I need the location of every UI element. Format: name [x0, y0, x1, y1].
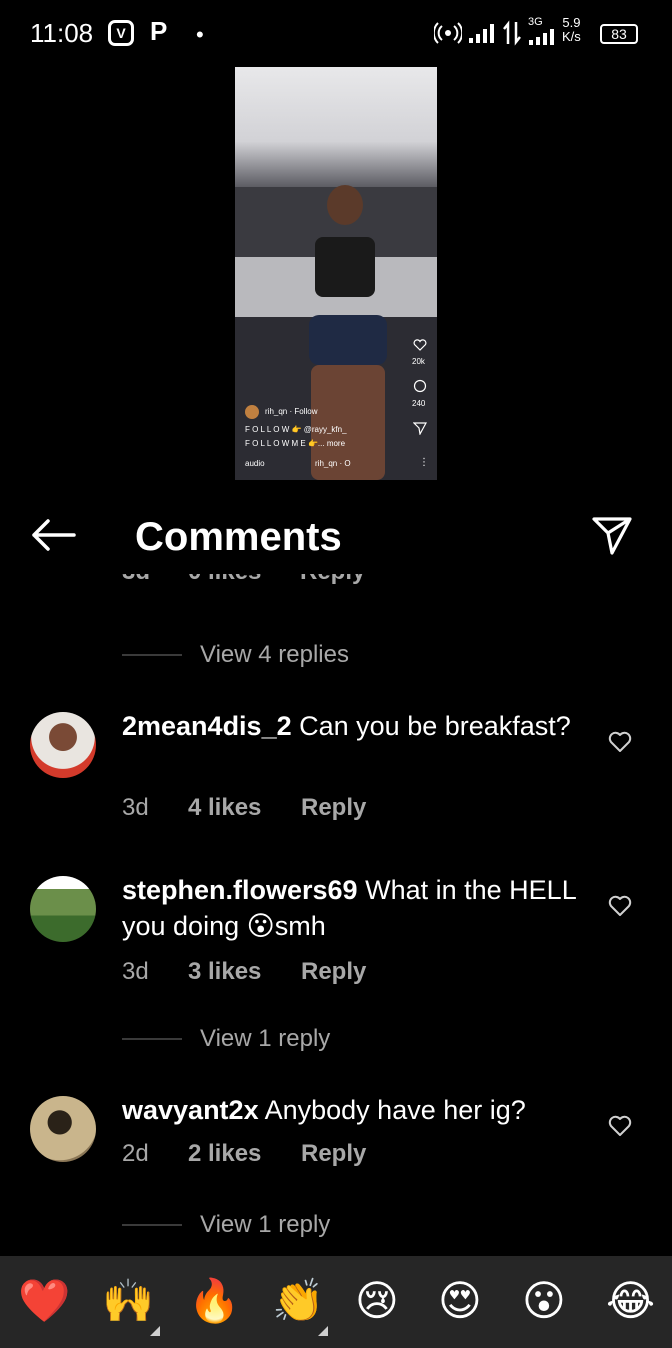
- previous-comment-meta: 3d 0 likes Reply: [0, 574, 672, 600]
- view-replies-button[interactable]: View 4 replies: [122, 640, 349, 670]
- video-caption-2: F O L L O W M E 👉... more: [245, 439, 346, 448]
- signal-2-icon: [529, 29, 554, 45]
- data-transfer-icon: [503, 20, 521, 46]
- emoji-raising-hands[interactable]: 🙌: [102, 1276, 154, 1326]
- emoji-heart[interactable]: ❤️: [18, 1276, 70, 1326]
- network-speed: 5.9 K/s: [562, 15, 581, 44]
- back-arrow-icon[interactable]: [30, 515, 76, 555]
- view-replies-button[interactable]: View 1 reply: [122, 1210, 330, 1240]
- avatar[interactable]: [30, 1096, 96, 1162]
- video-username-follow: rih_qn · Follow: [265, 407, 318, 416]
- avatar[interactable]: [30, 712, 96, 778]
- emoji-laughing[interactable]: 😂: [606, 1276, 655, 1326]
- status-time: 11:08: [30, 18, 94, 48]
- signal-1-icon: [469, 24, 494, 43]
- video-like-icon: [413, 339, 427, 351]
- avatar[interactable]: [30, 876, 96, 942]
- video-avatar: [245, 405, 259, 419]
- emoji-fire[interactable]: 🔥: [188, 1276, 240, 1326]
- reel-video-preview[interactable]: 20k 240 rih_qn · Follow F O L L O W 👉 @r…: [235, 67, 437, 480]
- comment-text: stephen.flowers69 What in the HELL you d…: [122, 875, 576, 941]
- emoji-crying[interactable]: 😢: [355, 1276, 399, 1326]
- status-bar: 11:08 V P • 3G 5.9 K/s 83: [0, 0, 672, 66]
- like-heart-icon[interactable]: [608, 731, 632, 753]
- emoji-clapping[interactable]: 👏: [272, 1276, 324, 1326]
- battery-icon: 83: [600, 24, 638, 44]
- video-share-icon: [413, 422, 427, 435]
- page-title: Comments: [135, 515, 342, 559]
- video-comments-count: 240: [412, 399, 426, 408]
- comment-text: 2mean4dis_2 Can you be breakfast?: [122, 711, 571, 741]
- reply-button[interactable]: Reply: [301, 1140, 366, 1168]
- comment-username[interactable]: stephen.flowers69: [122, 875, 358, 905]
- comment-likes[interactable]: 4 likes: [188, 794, 301, 822]
- comment-likes[interactable]: 2 likes: [188, 1140, 301, 1168]
- emoji-reaction-bar: ❤️ 🙌 🔥 👏 😢 😍 😮 😂: [0, 1256, 672, 1348]
- like-heart-icon[interactable]: [608, 1115, 632, 1137]
- hotspot-icon: [434, 22, 462, 44]
- reply-button[interactable]: Reply: [301, 794, 366, 822]
- comment-username[interactable]: wavyant2x: [122, 1095, 259, 1125]
- video-audio-label: audio: [245, 459, 265, 468]
- notification-p-icon: P: [150, 16, 168, 46]
- like-heart-icon[interactable]: [608, 895, 632, 917]
- video-more-icon: ⋮: [419, 457, 429, 468]
- reply-button[interactable]: Reply: [301, 958, 366, 986]
- emoji-surprised[interactable]: 😮: [522, 1276, 566, 1326]
- video-likes-count: 20k: [412, 357, 425, 366]
- comment-meta: 3d 3 likes Reply: [122, 958, 367, 986]
- comment-meta: 3d 4 likes Reply: [122, 794, 367, 822]
- comment-meta: 2d 2 likes Reply: [122, 1140, 367, 1168]
- emoji-variant-indicator: [318, 1326, 328, 1336]
- comment-likes[interactable]: 3 likes: [188, 958, 301, 986]
- comment-username[interactable]: 2mean4dis_2: [122, 711, 292, 741]
- emoji-variant-indicator: [150, 1326, 160, 1336]
- notification-dot-icon: •: [196, 22, 204, 47]
- share-icon[interactable]: [590, 513, 634, 557]
- view-replies-button[interactable]: View 1 reply: [122, 1024, 330, 1054]
- emoji-heart-eyes[interactable]: 😍: [438, 1276, 482, 1326]
- video-caption-1: F O L L O W 👉 @rayy_kfn_: [245, 425, 347, 434]
- video-audio-source: rih_qn · O: [315, 459, 351, 468]
- notification-v-icon: V: [108, 20, 134, 46]
- network-type: 3G: [528, 16, 543, 28]
- video-comment-icon: [413, 379, 427, 393]
- comment-text: wavyant2x Anybody have her ig?: [122, 1095, 526, 1125]
